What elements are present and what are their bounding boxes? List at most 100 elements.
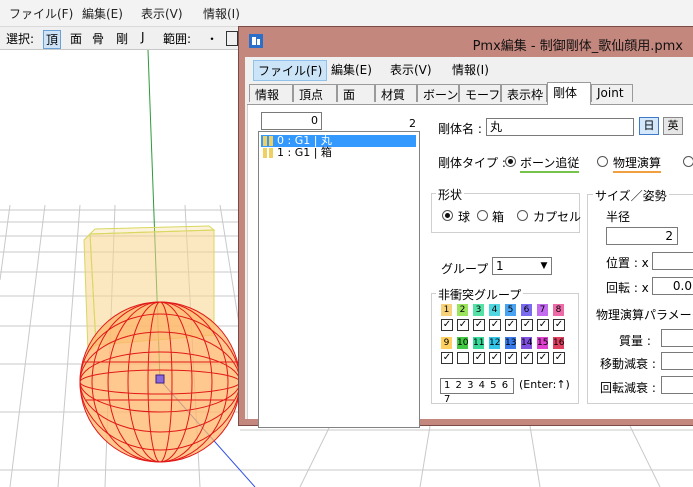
- lang-jp-button[interactable]: 日: [639, 117, 659, 135]
- group-number-label: 10: [457, 337, 469, 349]
- position-x-input[interactable]: [652, 252, 693, 270]
- nocollide-checkbox[interactable]: ✓: [505, 319, 517, 331]
- mass-label: 質量 :: [619, 334, 651, 348]
- nocollide-checkbox[interactable]: ✓: [441, 319, 453, 331]
- tab-joint[interactable]: Joint: [591, 84, 633, 102]
- nocollide-checkbox[interactable]: [457, 352, 469, 364]
- group-number-label: 5: [505, 304, 516, 316]
- group-number-label: 1: [441, 304, 452, 316]
- group-number-label: 14: [521, 337, 533, 349]
- nocollide-checkbox[interactable]: ✓: [489, 319, 501, 331]
- group-number-label: 11: [473, 337, 485, 349]
- select-face-button[interactable]: 面: [70, 30, 82, 47]
- shape-sphere-radio[interactable]: [442, 210, 453, 221]
- shape-box-radio[interactable]: [477, 210, 488, 221]
- nocollide-checkbox[interactable]: ✓: [473, 319, 485, 331]
- main-menu-edit[interactable]: 編集(E): [82, 5, 123, 22]
- rigidbody-list[interactable]: 0 : G1 | 丸 1 : G1 | 箱: [258, 131, 420, 428]
- group-number-label: 12: [489, 337, 501, 349]
- nocollide-checkbox[interactable]: ✓: [505, 352, 517, 364]
- app-icon: [249, 34, 263, 48]
- body-type-label: 剛体タイプ :: [438, 156, 506, 170]
- list-item[interactable]: 1 : G1 | 箱: [261, 147, 416, 159]
- type-physics-label[interactable]: 物理演算: [613, 154, 662, 173]
- tab-info[interactable]: 情報: [249, 84, 293, 102]
- tab-strip: 情報 頂点 面 材質 ボーン モーフ 表示枠 剛体 Joint: [247, 82, 693, 105]
- dialog-menu-file[interactable]: ファイル(F): [253, 60, 328, 81]
- main-menubar: ファイル(F) 編集(E) 表示(V) 情報(I): [0, 0, 693, 27]
- type-follow-radio[interactable]: [505, 156, 516, 167]
- nocollide-checkbox[interactable]: ✓: [473, 352, 485, 364]
- type-physics-bone-radio[interactable]: [683, 156, 693, 167]
- group-number-label: 4: [489, 304, 500, 316]
- mass-input[interactable]: [661, 329, 693, 347]
- chevron-down-icon: ▼: [540, 261, 548, 271]
- nocollide-checkbox[interactable]: ✓: [441, 352, 453, 364]
- dialog-titlebar[interactable]: Pmx編集 - 制御剛体_歌仙顔用.pmx: [239, 27, 693, 57]
- tab-rigidbody[interactable]: 剛体: [547, 82, 591, 105]
- tab-display-frame[interactable]: 表示枠: [501, 84, 547, 102]
- nocollide-checkbox[interactable]: ✓: [489, 352, 501, 364]
- group-number-label: 13: [505, 337, 517, 349]
- dialog-menu-view[interactable]: 表示(V): [386, 60, 436, 79]
- main-menu-info[interactable]: 情報(I): [203, 5, 240, 22]
- select-joint-button[interactable]: J: [141, 30, 145, 44]
- body-name-label: 剛体名 :: [438, 122, 482, 136]
- shape-capsule-label[interactable]: カプセル: [533, 208, 581, 225]
- nocollide-checkbox[interactable]: ✓: [521, 319, 533, 331]
- nocollide-checkbox[interactable]: ✓: [457, 319, 469, 331]
- rotation-label: 回転 : x: [606, 281, 649, 295]
- range-label: 範囲:: [163, 32, 192, 46]
- select-vertex-button[interactable]: 頂: [43, 30, 62, 49]
- dialog-menu-info[interactable]: 情報(I): [448, 60, 493, 79]
- nocollide-title: 非衝突グループ: [436, 286, 524, 303]
- nocollide-checkbox[interactable]: ✓: [553, 352, 565, 364]
- radius-input[interactable]: 2: [606, 227, 678, 245]
- range-box-button[interactable]: [226, 31, 238, 46]
- rotation-x-input[interactable]: 0.0: [652, 277, 693, 295]
- body-name-input[interactable]: 丸: [486, 118, 634, 136]
- lang-en-button[interactable]: 英: [663, 117, 683, 135]
- body-total-count: 2: [409, 117, 416, 130]
- shape-box-label[interactable]: 箱: [492, 208, 504, 225]
- tab-morph[interactable]: モーフ: [459, 84, 501, 102]
- group-number-label: 6: [521, 304, 532, 316]
- select-rigidbody-button[interactable]: 剛: [116, 30, 128, 47]
- group-number-label: 7: [537, 304, 548, 316]
- size-posture-title: サイズ／姿勢: [593, 187, 669, 204]
- nocollide-checkbox[interactable]: ✓: [521, 352, 533, 364]
- angular-damping-input[interactable]: [661, 376, 693, 394]
- angular-damping-label: 回転減衰 :: [600, 381, 656, 395]
- main-menu-file[interactable]: ファイル(F): [9, 5, 73, 22]
- range-dot-button[interactable]: ・: [206, 30, 218, 47]
- body-index-input[interactable]: 0: [261, 112, 322, 130]
- group-number-label: 16: [553, 337, 565, 349]
- type-follow-label[interactable]: ボーン追従: [520, 154, 580, 173]
- tab-face[interactable]: 面: [337, 84, 375, 102]
- shape-sphere-label[interactable]: 球: [458, 208, 470, 225]
- group-number-label: 8: [553, 304, 564, 316]
- group-number-label: 3: [473, 304, 484, 316]
- main-menu-view[interactable]: 表示(V): [141, 5, 183, 22]
- dialog-menu-edit[interactable]: 編集(E): [327, 60, 376, 79]
- tab-material[interactable]: 材質: [375, 84, 417, 102]
- radius-label: 半径: [606, 210, 631, 224]
- nocollide-checkbox[interactable]: ✓: [537, 319, 549, 331]
- bone-marker: [155, 374, 165, 384]
- nocollide-checkbox[interactable]: ✓: [553, 319, 565, 331]
- shape-capsule-radio[interactable]: [517, 210, 528, 221]
- nocollide-checkbox[interactable]: ✓: [537, 352, 549, 364]
- linear-damping-label: 移動減衰 :: [600, 357, 656, 371]
- type-physics-radio[interactable]: [597, 156, 608, 167]
- linear-damping-input[interactable]: [661, 352, 693, 370]
- physics-params-title: 物理演算パラメーター: [594, 306, 693, 323]
- dialog-title: Pmx編集 - 制御剛体_歌仙顔用.pmx: [472, 39, 683, 54]
- select-bone-button[interactable]: 骨: [92, 30, 104, 47]
- group-select[interactable]: 1 ▼: [492, 257, 552, 275]
- tab-bone[interactable]: ボーン: [417, 84, 459, 102]
- nocollide-hint: (Enter:↑): [519, 378, 570, 391]
- tab-vertex[interactable]: 頂点: [293, 84, 337, 102]
- nocollide-text-input[interactable]: 1 2 3 4 5 6 7: [440, 378, 514, 405]
- group-select-value: 1: [496, 259, 504, 273]
- group-number-label: 15: [537, 337, 549, 349]
